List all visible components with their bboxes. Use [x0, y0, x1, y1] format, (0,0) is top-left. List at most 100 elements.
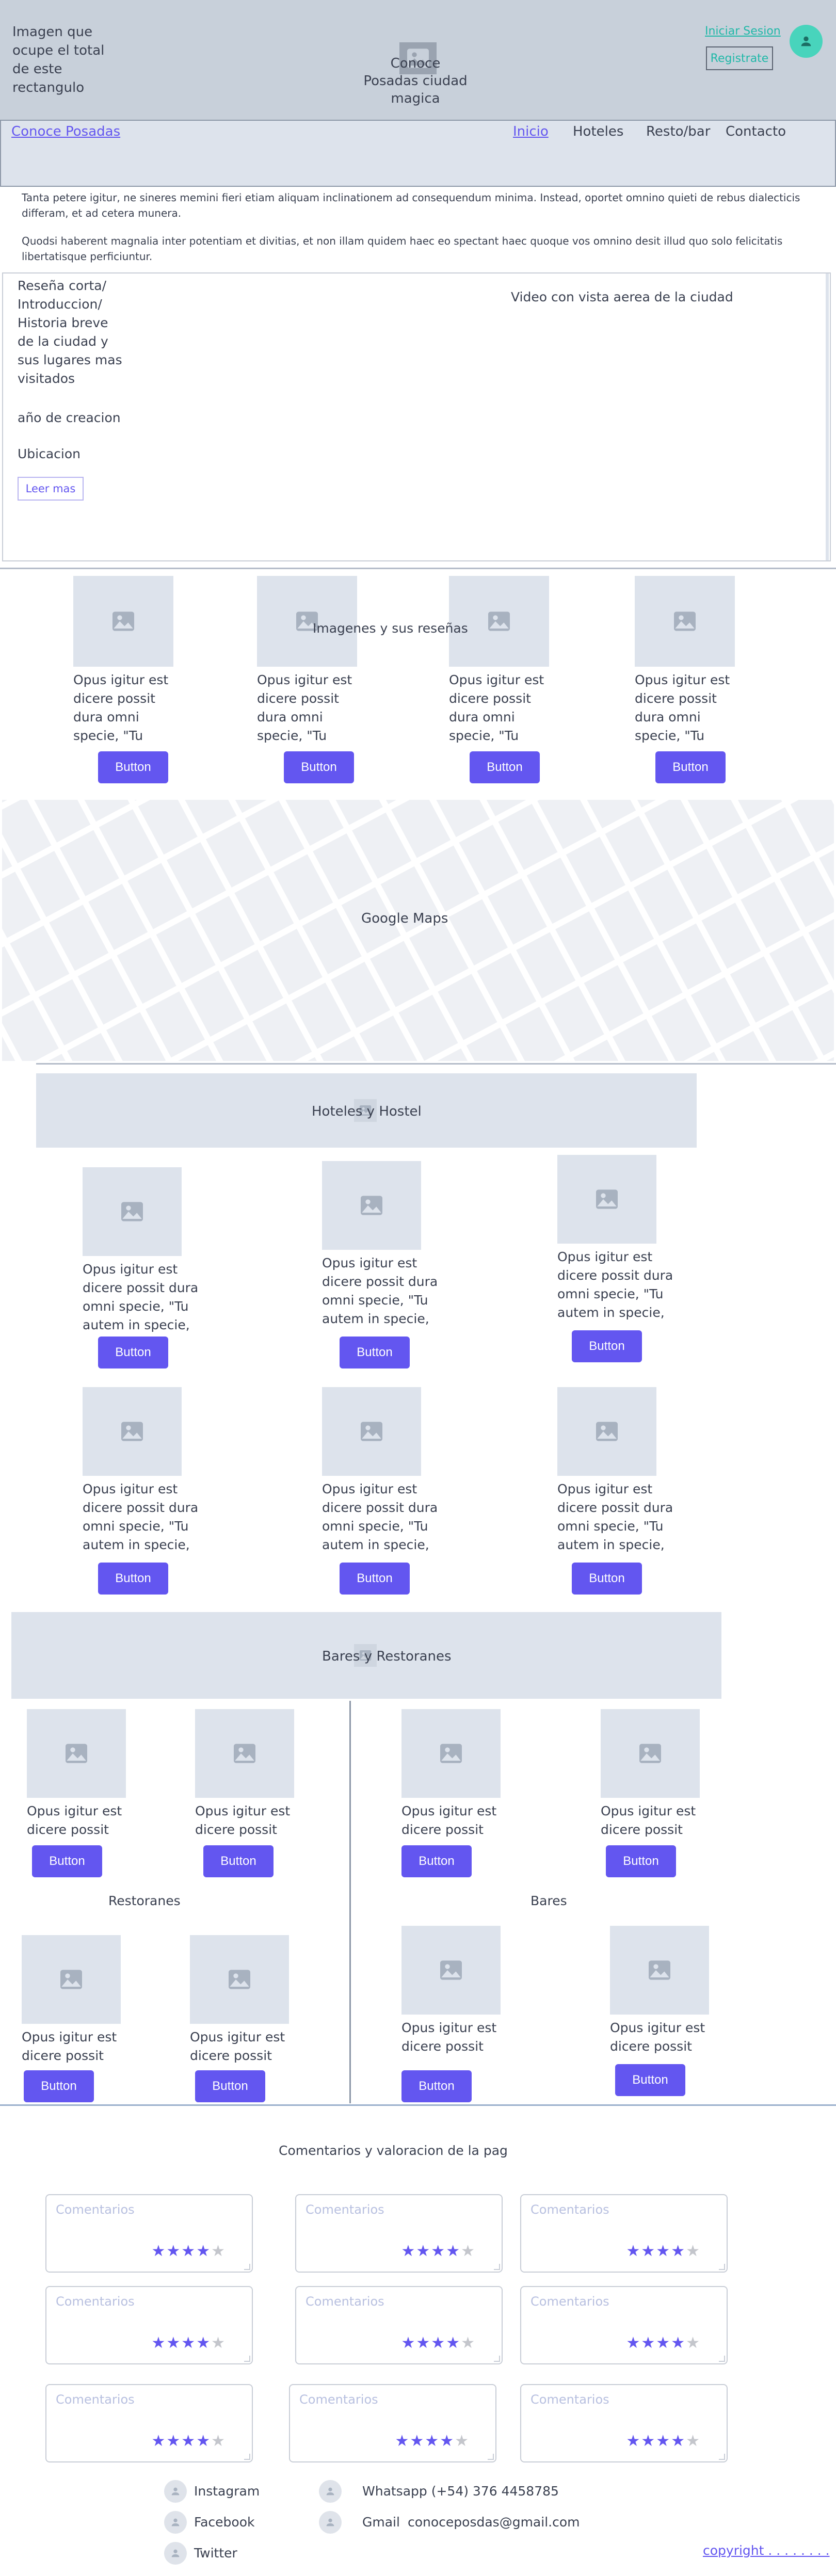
star-icon[interactable]: ★: [626, 2242, 641, 2260]
star-icon[interactable]: ★: [166, 2334, 181, 2352]
comment-textarea[interactable]: Comentarios ★★★★★: [45, 2194, 253, 2273]
card-button[interactable]: Button: [572, 1563, 642, 1595]
star-icon[interactable]: ★: [686, 2432, 701, 2450]
star-icon[interactable]: ★: [211, 2242, 226, 2260]
comment-textarea[interactable]: Comentarios ★★★★★: [295, 2286, 503, 2364]
star-icon[interactable]: ★: [656, 2432, 671, 2450]
card-button[interactable]: Button: [98, 1337, 168, 1369]
star-icon[interactable]: ★: [211, 2334, 226, 2352]
star-icon[interactable]: ★: [425, 2432, 440, 2450]
star-icon[interactable]: ★: [395, 2432, 410, 2450]
star-icon[interactable]: ★: [401, 2242, 416, 2260]
whatsapp-contact[interactable]: Whatsapp (+54) 376 4458785: [362, 2482, 559, 2501]
card-button[interactable]: Button: [572, 1330, 642, 1362]
star-icon[interactable]: ★: [461, 2242, 476, 2260]
comment-textarea[interactable]: Comentarios ★★★★★: [295, 2194, 503, 2273]
star-icon[interactable]: ★: [431, 2334, 446, 2352]
star-rating[interactable]: ★★★★★: [151, 2432, 226, 2450]
star-icon[interactable]: ★: [455, 2432, 470, 2450]
resize-handle[interactable]: [244, 2356, 250, 2362]
card-button[interactable]: Button: [340, 1563, 410, 1595]
star-icon[interactable]: ★: [431, 2242, 446, 2260]
instagram-link[interactable]: Instagram: [194, 2482, 260, 2501]
register-button[interactable]: Registrate: [706, 46, 773, 70]
card-button[interactable]: Button: [340, 1337, 410, 1369]
star-icon[interactable]: ★: [211, 2432, 226, 2450]
card-button[interactable]: Button: [24, 2070, 94, 2102]
card-button[interactable]: Button: [195, 2070, 265, 2102]
facebook-link[interactable]: Facebook: [194, 2513, 254, 2532]
resize-handle[interactable]: [494, 2264, 500, 2270]
star-icon[interactable]: ★: [671, 2432, 686, 2450]
star-rating[interactable]: ★★★★★: [151, 2242, 226, 2260]
card-button[interactable]: Button: [470, 751, 540, 783]
card-button[interactable]: Button: [615, 2064, 685, 2096]
avatar[interactable]: [790, 25, 823, 58]
google-map[interactable]: [2, 800, 834, 1061]
comment-textarea[interactable]: Comentarios ★★★★★: [45, 2286, 253, 2364]
resize-handle[interactable]: [488, 2454, 494, 2460]
comment-textarea[interactable]: Comentarios ★★★★★: [289, 2384, 496, 2462]
star-icon[interactable]: ★: [686, 2242, 701, 2260]
star-icon[interactable]: ★: [440, 2432, 455, 2450]
star-icon[interactable]: ★: [461, 2334, 476, 2352]
star-icon[interactable]: ★: [671, 2334, 686, 2352]
star-icon[interactable]: ★: [151, 2242, 166, 2260]
star-icon[interactable]: ★: [181, 2334, 196, 2352]
card-button[interactable]: Button: [284, 751, 354, 783]
gmail-address[interactable]: conoceposdas@gmail.com: [408, 2513, 580, 2532]
star-icon[interactable]: ★: [671, 2242, 686, 2260]
resize-handle[interactable]: [494, 2356, 500, 2362]
login-link[interactable]: Iniciar Sesion: [705, 25, 781, 38]
read-more-button[interactable]: Leer mas: [18, 477, 84, 501]
star-icon[interactable]: ★: [686, 2334, 701, 2352]
copyright-link[interactable]: copyright . . . . . . . .: [703, 2543, 830, 2558]
resize-handle[interactable]: [244, 2454, 250, 2460]
card-button[interactable]: Button: [32, 1845, 102, 1877]
star-icon[interactable]: ★: [151, 2432, 166, 2450]
star-icon[interactable]: ★: [626, 2334, 641, 2352]
star-icon[interactable]: ★: [641, 2334, 656, 2352]
comment-textarea[interactable]: Comentarios ★★★★★: [520, 2286, 728, 2364]
star-icon[interactable]: ★: [656, 2334, 671, 2352]
star-icon[interactable]: ★: [196, 2242, 211, 2260]
star-icon[interactable]: ★: [181, 2242, 196, 2260]
star-icon[interactable]: ★: [656, 2242, 671, 2260]
star-rating[interactable]: ★★★★★: [401, 2334, 476, 2352]
card-button[interactable]: Button: [606, 1845, 676, 1877]
nav-link-contacto[interactable]: Contacto: [726, 124, 786, 139]
comment-textarea[interactable]: Comentarios ★★★★★: [45, 2384, 253, 2462]
resize-handle[interactable]: [719, 2356, 725, 2362]
star-icon[interactable]: ★: [416, 2242, 431, 2260]
star-rating[interactable]: ★★★★★: [395, 2432, 470, 2450]
nav-link-restobar[interactable]: Resto/bar: [646, 124, 710, 139]
card-button[interactable]: Button: [401, 2070, 472, 2102]
star-icon[interactable]: ★: [641, 2432, 656, 2450]
card-button[interactable]: Button: [401, 1845, 472, 1877]
star-icon[interactable]: ★: [626, 2432, 641, 2450]
star-rating[interactable]: ★★★★★: [401, 2242, 476, 2260]
star-icon[interactable]: ★: [166, 2242, 181, 2260]
star-rating[interactable]: ★★★★★: [626, 2334, 701, 2352]
star-rating[interactable]: ★★★★★: [626, 2432, 701, 2450]
resize-handle[interactable]: [244, 2264, 250, 2270]
star-icon[interactable]: ★: [641, 2242, 656, 2260]
star-rating[interactable]: ★★★★★: [151, 2334, 226, 2352]
star-icon[interactable]: ★: [151, 2334, 166, 2352]
star-icon[interactable]: ★: [181, 2432, 196, 2450]
star-icon[interactable]: ★: [446, 2242, 461, 2260]
card-button[interactable]: Button: [203, 1845, 274, 1877]
card-button[interactable]: Button: [98, 751, 168, 783]
star-icon[interactable]: ★: [196, 2334, 211, 2352]
star-icon[interactable]: ★: [416, 2334, 431, 2352]
comment-textarea[interactable]: Comentarios ★★★★★: [520, 2194, 728, 2273]
star-icon[interactable]: ★: [446, 2334, 461, 2352]
nav-link-hoteles[interactable]: Hoteles: [573, 124, 623, 139]
nav-link-inicio[interactable]: Inicio: [513, 124, 549, 139]
card-button[interactable]: Button: [655, 751, 726, 783]
twitter-link[interactable]: Twitter: [194, 2544, 237, 2563]
star-rating[interactable]: ★★★★★: [626, 2242, 701, 2260]
card-button[interactable]: Button: [98, 1563, 168, 1595]
star-icon[interactable]: ★: [410, 2432, 425, 2450]
resize-handle[interactable]: [719, 2454, 725, 2460]
